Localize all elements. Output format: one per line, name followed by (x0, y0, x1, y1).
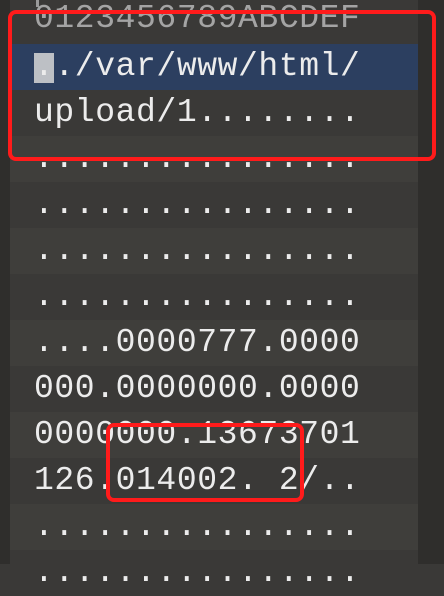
row-text: 000.0000000.0000 (34, 370, 361, 407)
hex-viewer-pane[interactable]: 0123456789ABCDEF ../var/www/html/ upload… (0, 0, 444, 591)
row-text: ................ (34, 186, 361, 223)
text-row[interactable]: 126.014002. 2/.. (10, 458, 418, 504)
text-row[interactable]: 000.0000000.0000 (10, 366, 418, 412)
text-row[interactable]: ................ (10, 136, 418, 182)
row-text: 0000000.13673701 (34, 416, 361, 453)
row-text: ................ (34, 232, 361, 269)
text-row[interactable]: ................ (10, 182, 418, 228)
text-row[interactable]: ................ (10, 228, 418, 274)
row-text: ................ (34, 508, 361, 545)
row-text: upload/1........ (34, 94, 361, 131)
row-text: 126.014002. 2/.. (34, 462, 361, 499)
text-row[interactable]: ................ (10, 504, 418, 550)
row-text: ../var/www/html/ (34, 48, 361, 85)
text-row[interactable]: ................ (10, 550, 418, 596)
right-scroll-gutter (418, 0, 444, 564)
text-row[interactable]: ................ (10, 274, 418, 320)
column-header-text: 0123456789ABCDEF (34, 0, 361, 37)
row-text: ................ (34, 554, 361, 591)
row-text: ................ (34, 140, 361, 177)
left-gutter (0, 0, 10, 564)
row-text: ................ (34, 278, 361, 315)
text-row[interactable]: ....0000777.0000 (10, 320, 418, 366)
text-row[interactable]: 0000000.13673701 (10, 412, 418, 458)
text-row[interactable]: upload/1........ (10, 90, 418, 136)
row-text: ....0000777.0000 (34, 324, 361, 361)
text-row[interactable]: ../var/www/html/ (10, 44, 418, 90)
